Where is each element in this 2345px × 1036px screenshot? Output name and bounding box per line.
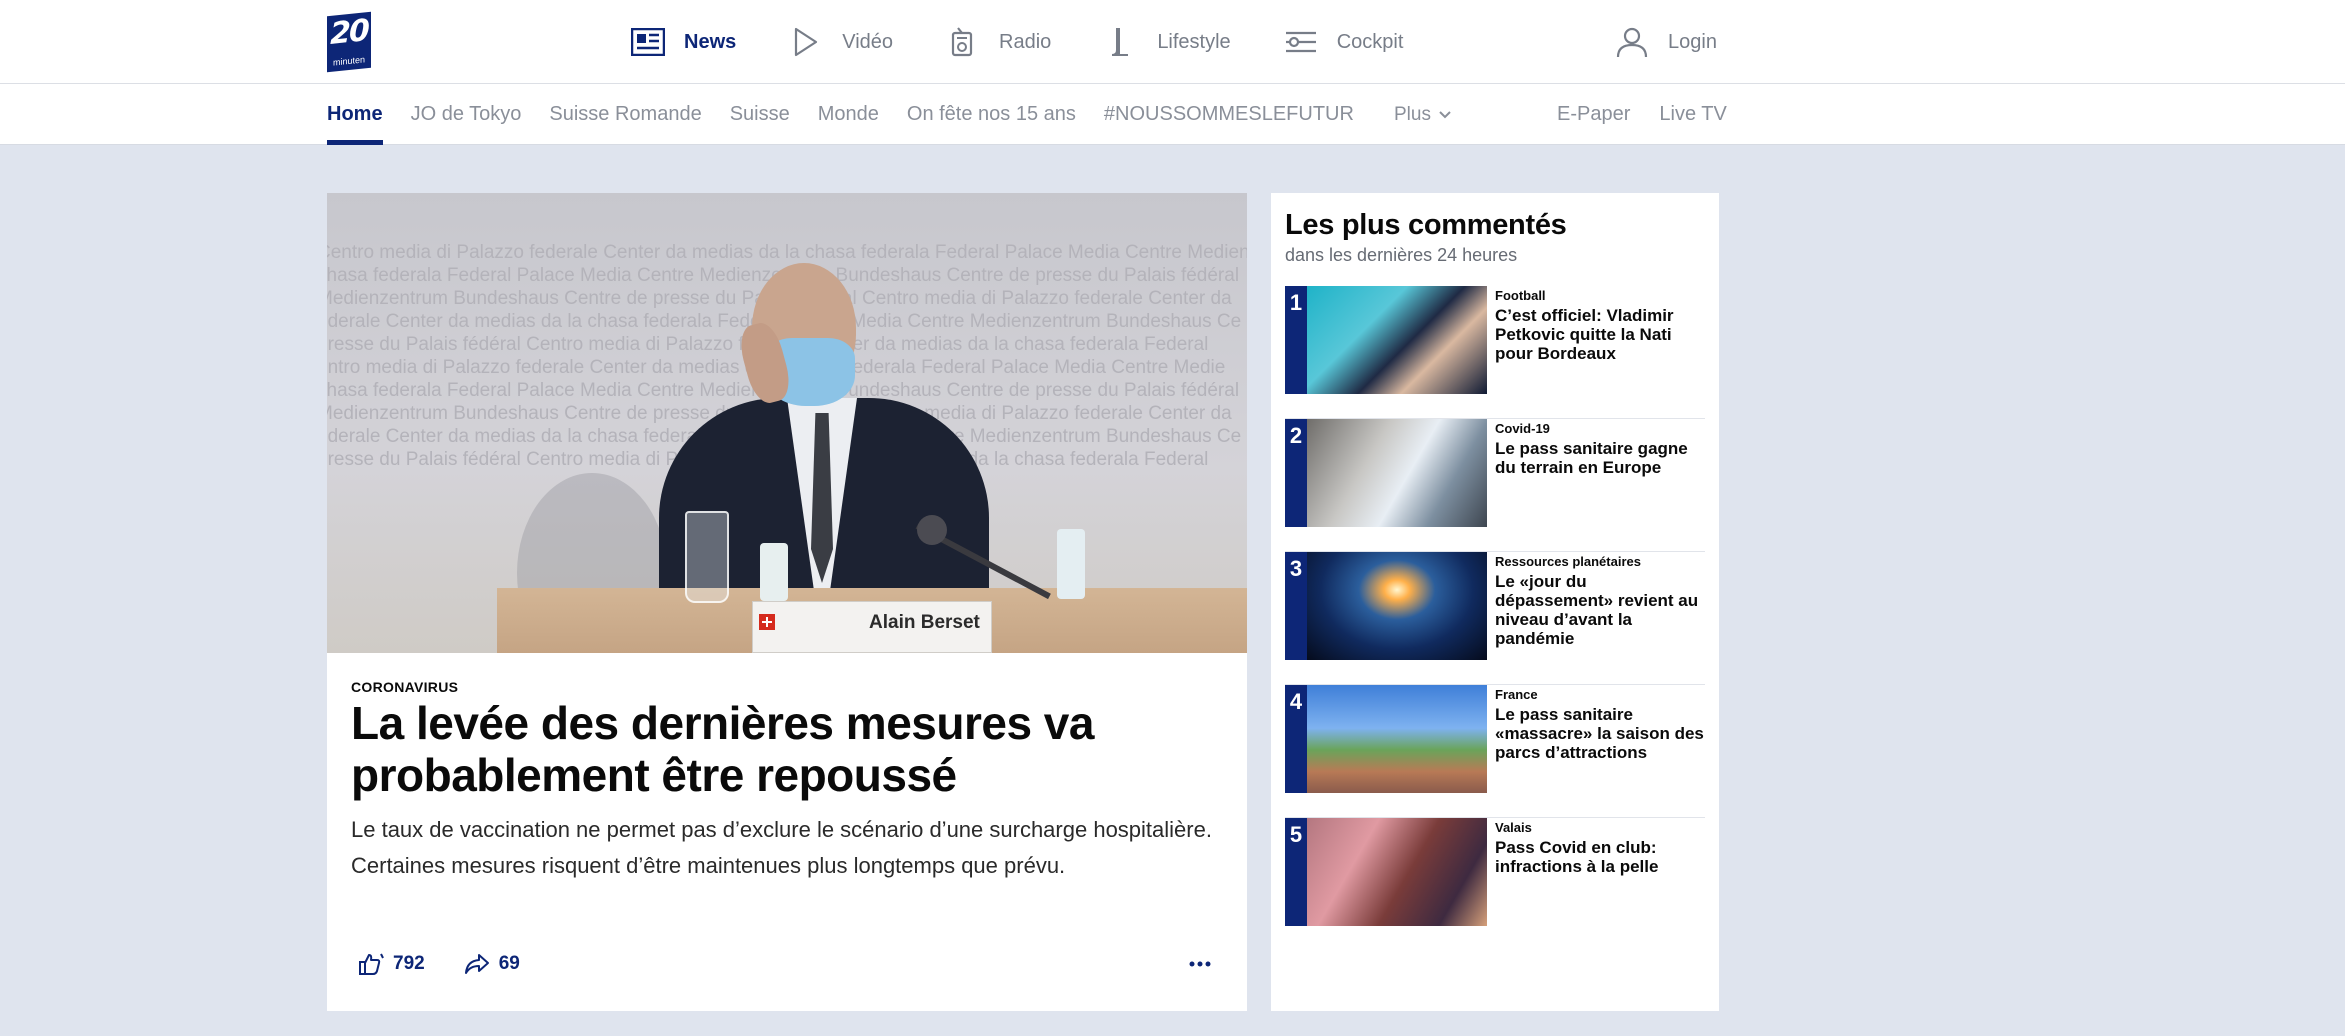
list-item-headline[interactable]: C’est officiel: Vladimir Petkovic quitte…	[1495, 306, 1705, 363]
list-item-rank: 1	[1285, 286, 1307, 394]
nav-lifestyle[interactable]: Lifestyle	[1103, 24, 1231, 60]
list-item-image	[1307, 818, 1487, 926]
share-icon	[463, 950, 491, 978]
list-item-category: France	[1495, 687, 1538, 702]
more-menu-button[interactable]: Plus	[1394, 84, 1451, 145]
play-icon	[788, 24, 824, 60]
list-item-headline[interactable]: Le «jour du dépassement» revient au nive…	[1495, 572, 1705, 648]
list-item-headline[interactable]: Le pass sanitaire gagne du terrain en Eu…	[1495, 439, 1705, 477]
reactions-count: 792	[393, 953, 425, 974]
widget-title: Les plus commentés	[1285, 209, 1567, 241]
thumbs-reaction-icon	[357, 950, 385, 978]
article-headline[interactable]: La levée des dernières mesures va probab…	[351, 697, 1231, 801]
nav-radio-label: Radio	[999, 30, 1052, 53]
most-commented-list: 1 Football C’est officiel: Vladimir Petk…	[1285, 286, 1705, 951]
hero-bottle	[760, 543, 788, 601]
list-item-headline[interactable]: Le pass sanitaire «massacre» la saison d…	[1495, 705, 1705, 762]
list-item[interactable]: 3 Ressources planétaires Le «jour du dép…	[1285, 552, 1705, 685]
radio-icon	[945, 24, 981, 60]
top-header: 20 minuten News Vidéo Radio Lifestyle Co…	[0, 0, 2345, 84]
most-commented-widget: Les plus commentés dans les dernières 24…	[1271, 193, 1719, 1011]
article-kicker: CORONAVIRUS	[351, 679, 459, 695]
nav-video[interactable]: Vidéo	[788, 24, 893, 60]
site-logo[interactable]: 20 minuten	[327, 11, 371, 73]
tab-noussommeslefutur[interactable]: #NOUSSOMMESLEFUTUR	[1104, 84, 1354, 145]
section-tabs: Home JO de Tokyo Suisse Romande Suisse M…	[327, 84, 1382, 145]
tab-monde[interactable]: Monde	[818, 84, 879, 145]
list-item-image	[1307, 552, 1487, 660]
list-item-image	[1307, 685, 1487, 793]
list-item-category: Ressources planétaires	[1495, 554, 1641, 569]
nav-video-label: Vidéo	[842, 30, 894, 53]
article-lead: Le taux de vaccination ne permet pas d’e…	[351, 817, 1212, 878]
nav-cockpit-label: Cockpit	[1336, 30, 1404, 53]
more-label: Plus	[1394, 104, 1431, 125]
list-item-category: Valais	[1495, 820, 1532, 835]
nav-radio[interactable]: Radio	[945, 24, 1051, 60]
article-actions: 792 69	[357, 949, 558, 979]
list-item-headline[interactable]: Pass Covid en club: infractions à la pel…	[1495, 838, 1705, 876]
list-item-rank: 5	[1285, 818, 1307, 926]
tab-e-paper[interactable]: E-Paper	[1557, 84, 1630, 145]
hero-name-placard: Alain Berset	[752, 601, 992, 653]
login-button[interactable]: Login	[1614, 22, 1717, 62]
hero-glass	[685, 511, 729, 603]
hero-microphone	[917, 515, 947, 545]
list-item-thumbnail: 2	[1285, 419, 1487, 527]
user-icon	[1614, 24, 1650, 60]
nav-news-label: News	[684, 30, 737, 53]
list-item-category: Football	[1495, 288, 1546, 303]
nav-lifestyle-label: Lifestyle	[1157, 30, 1231, 53]
newspaper-icon	[630, 24, 666, 60]
list-item[interactable]: 1 Football C’est officiel: Vladimir Petk…	[1285, 286, 1705, 419]
list-item-image	[1307, 286, 1487, 394]
share-button[interactable]: 69	[463, 950, 520, 978]
tab-15-ans[interactable]: On fête nos 15 ans	[907, 84, 1076, 145]
login-label: Login	[1668, 30, 1717, 53]
list-item[interactable]: 2 Covid-19 Le pass sanitaire gagne du te…	[1285, 419, 1705, 552]
widget-subtitle: dans les dernières 24 heures	[1285, 245, 1518, 265]
list-item-rank: 4	[1285, 685, 1307, 793]
section-nav: Home JO de Tokyo Suisse Romande Suisse M…	[0, 84, 2345, 145]
list-item-rank: 3	[1285, 552, 1307, 660]
section-nav-right: E-Paper Live TV	[1557, 84, 1727, 145]
lifestyle-icon	[1103, 24, 1139, 60]
share-count: 69	[498, 953, 520, 974]
reactions-button[interactable]: 792	[357, 950, 425, 978]
list-item-thumbnail: 1	[1285, 286, 1487, 394]
list-item-thumbnail: 5	[1285, 818, 1487, 926]
main-nav: News Vidéo Radio Lifestyle Cockpit	[630, 22, 1455, 62]
list-item-image	[1307, 419, 1487, 527]
hero-image[interactable]: Centro media di Palazzo federale Center …	[327, 193, 1247, 653]
tab-suisse[interactable]: Suisse	[730, 84, 790, 145]
list-item-thumbnail: 3	[1285, 552, 1487, 660]
hero-sanitizer	[1057, 529, 1085, 599]
list-item[interactable]: 5 Valais Pass Covid en club: infractions…	[1285, 818, 1705, 951]
chevron-down-icon	[1439, 110, 1451, 119]
nav-news[interactable]: News	[630, 24, 736, 60]
logo-number: 20	[330, 13, 368, 52]
list-item-rank: 2	[1285, 419, 1307, 527]
list-item[interactable]: 4 France Le pass sanitaire «massacre» la…	[1285, 685, 1705, 818]
tab-jo-de-tokyo[interactable]: JO de Tokyo	[411, 84, 522, 145]
tab-suisse-romande[interactable]: Suisse Romande	[549, 84, 701, 145]
swiss-flag-icon	[759, 614, 775, 630]
tab-live-tv[interactable]: Live TV	[1659, 84, 1726, 145]
nav-cockpit[interactable]: Cockpit	[1283, 24, 1404, 60]
list-item-category: Covid-19	[1495, 421, 1550, 436]
logo-word: minuten	[332, 54, 366, 68]
list-item-thumbnail: 4	[1285, 685, 1487, 793]
placard-name: Alain Berset	[869, 612, 980, 633]
cockpit-icon	[1283, 24, 1319, 60]
lead-article[interactable]: Centro media di Palazzo federale Center …	[327, 193, 1247, 1011]
tab-home[interactable]: Home	[327, 84, 383, 145]
more-options-icon[interactable]	[1185, 949, 1215, 979]
